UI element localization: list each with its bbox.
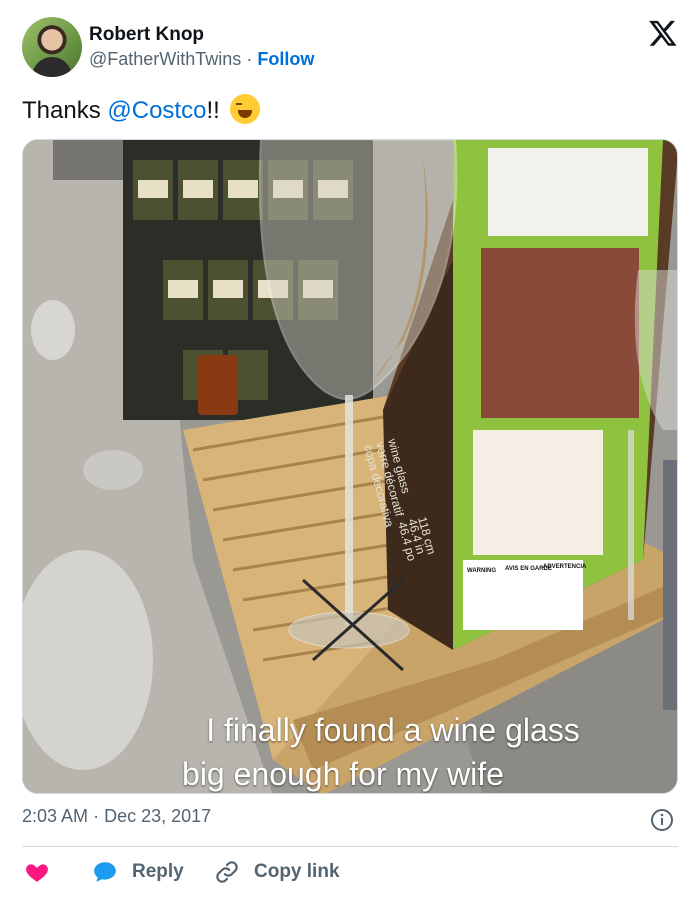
mention-link[interactable]: @Costco [107,97,206,124]
tweet-header: Robert Knop @FatherWithTwins · Follow [20,16,680,78]
reply-button[interactable]: Reply [92,856,184,888]
x-logo-icon[interactable] [648,18,678,48]
reply-bubble-icon [94,862,116,882]
tweet-date: Dec 23, 2017 [104,806,212,826]
photo-caption-line-2: big enough for my wife [182,756,504,792]
photo-caption-line-1: I finally found a wine glass [206,712,580,748]
follow-button[interactable]: Follow [257,49,314,69]
copy-link-button[interactable]: Copy link [214,856,340,888]
tweet-text-suffix: !! [206,97,220,124]
tweet-timestamp[interactable]: 2:03 AM · Dec 23, 2017 [22,806,211,827]
handle[interactable]: @FatherWithTwins [89,49,241,69]
laughing-crying-emoji-icon [230,94,261,124]
warning-label-3: ADVERTENCIA [543,564,587,570]
warning-label-1: WARNING [467,568,496,574]
photo-scene: wine glass verre décoratif copa decorati… [23,140,677,793]
reply-label: Reply [132,861,184,882]
like-button[interactable] [24,856,64,888]
action-bar: Reply Copy link [22,856,678,888]
tweet-text: Thanks @Costco!! [22,94,261,125]
meta-separator: · [93,806,100,826]
divider [22,846,678,847]
copy-link-label: Copy link [254,861,340,882]
link-icon [216,861,238,883]
display-name[interactable]: Robert Knop [89,24,204,46]
separator-dot: · [246,49,253,69]
tweet-photo[interactable]: wine glass verre décoratif copa decorati… [22,139,678,794]
tweet-time: 2:03 AM [22,806,89,826]
handle-row: @FatherWithTwins · Follow [89,49,314,70]
avatar[interactable] [22,17,82,77]
heart-icon [26,864,48,882]
tweet-text-prefix: Thanks [22,97,108,124]
info-icon[interactable] [650,808,674,832]
